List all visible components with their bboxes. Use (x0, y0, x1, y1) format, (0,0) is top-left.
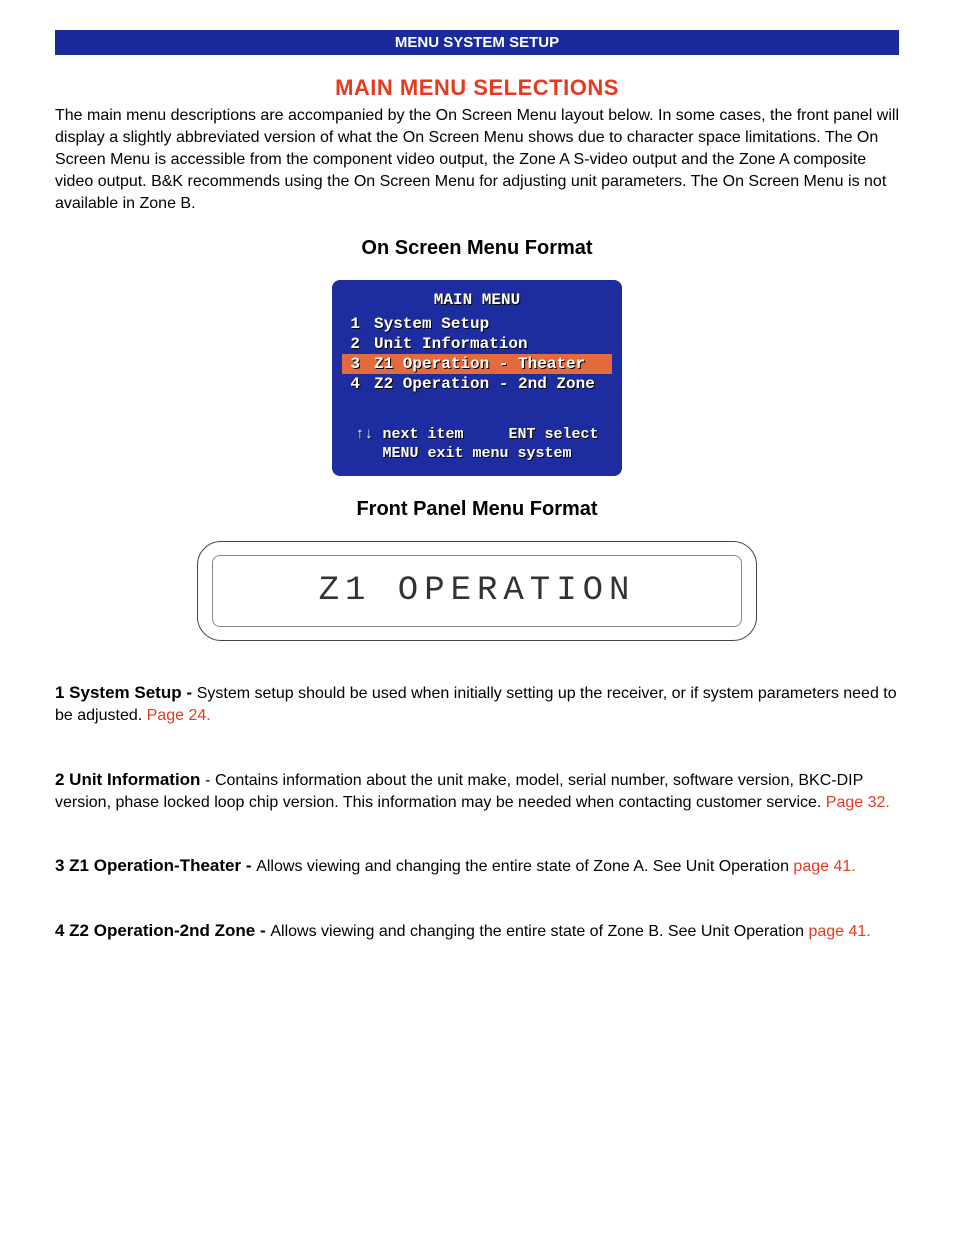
osd-box: MAIN MENU 1 System Setup 2 Unit Informat… (332, 280, 622, 476)
osd-row-2: 2 Unit Information (342, 334, 612, 354)
osd-nav: ↑↓ next item ENT select MENU exit menu s… (342, 426, 612, 464)
osd-row-num: 4 (342, 374, 364, 394)
front-panel-heading: Front Panel Menu Format (55, 498, 899, 521)
page-ref: page 41. (793, 858, 855, 875)
osd-row-label: Unit Information (364, 334, 612, 354)
osd-heading: On Screen Menu Format (55, 237, 899, 260)
page-ref: Page 24. (147, 707, 211, 724)
osd-title: MAIN MENU (342, 290, 612, 310)
item-lead: 2 Unit Information (55, 770, 205, 789)
item-lead: 3 Z1 Operation-Theater - (55, 856, 256, 875)
item-lead: 1 System Setup - (55, 683, 197, 702)
item-3-z1-operation: 3 Z1 Operation-Theater - Allows viewing … (55, 854, 899, 878)
item-2-unit-information: 2 Unit Information - Contains informatio… (55, 768, 899, 815)
osd-row-num: 3 (342, 354, 364, 374)
osd-nav-next: ↑↓ next item (355, 426, 463, 443)
osd-row-num: 1 (342, 314, 364, 334)
lcd-panel: Z1 OPERATION (197, 541, 757, 641)
osd-row-num: 2 (342, 334, 364, 354)
item-lead: 4 Z2 Operation-2nd Zone - (55, 921, 270, 940)
lcd-inner: Z1 OPERATION (212, 555, 742, 627)
main-title: MAIN MENU SELECTIONS (55, 75, 899, 101)
lcd-text: Z1 OPERATION (319, 572, 636, 610)
header-bar: MENU SYSTEM SETUP (55, 30, 899, 55)
osd-nav-exit: MENU exit menu system (382, 445, 571, 462)
item-body: Allows viewing and changing the entire s… (270, 923, 808, 940)
osd-row-label: System Setup (364, 314, 612, 334)
osd-row-1: 1 System Setup (342, 314, 612, 334)
page-ref: Page 32. (826, 794, 890, 811)
osd-nav-select: ENT select (509, 426, 599, 443)
osd-row-label: Z2 Operation - 2nd Zone (364, 374, 612, 394)
intro-paragraph: The main menu descriptions are accompani… (55, 105, 899, 215)
osd-row-label: Z1 Operation - Theater (364, 354, 612, 374)
item-body: Allows viewing and changing the entire s… (256, 858, 793, 875)
osd-row-4: 4 Z2 Operation - 2nd Zone (342, 374, 612, 394)
page-ref: page 41. (808, 923, 870, 940)
item-4-z2-operation: 4 Z2 Operation-2nd Zone - Allows viewing… (55, 919, 899, 943)
item-1-system-setup: 1 System Setup - System setup should be … (55, 681, 899, 728)
osd-row-3-selected: 3 Z1 Operation - Theater (342, 354, 612, 374)
